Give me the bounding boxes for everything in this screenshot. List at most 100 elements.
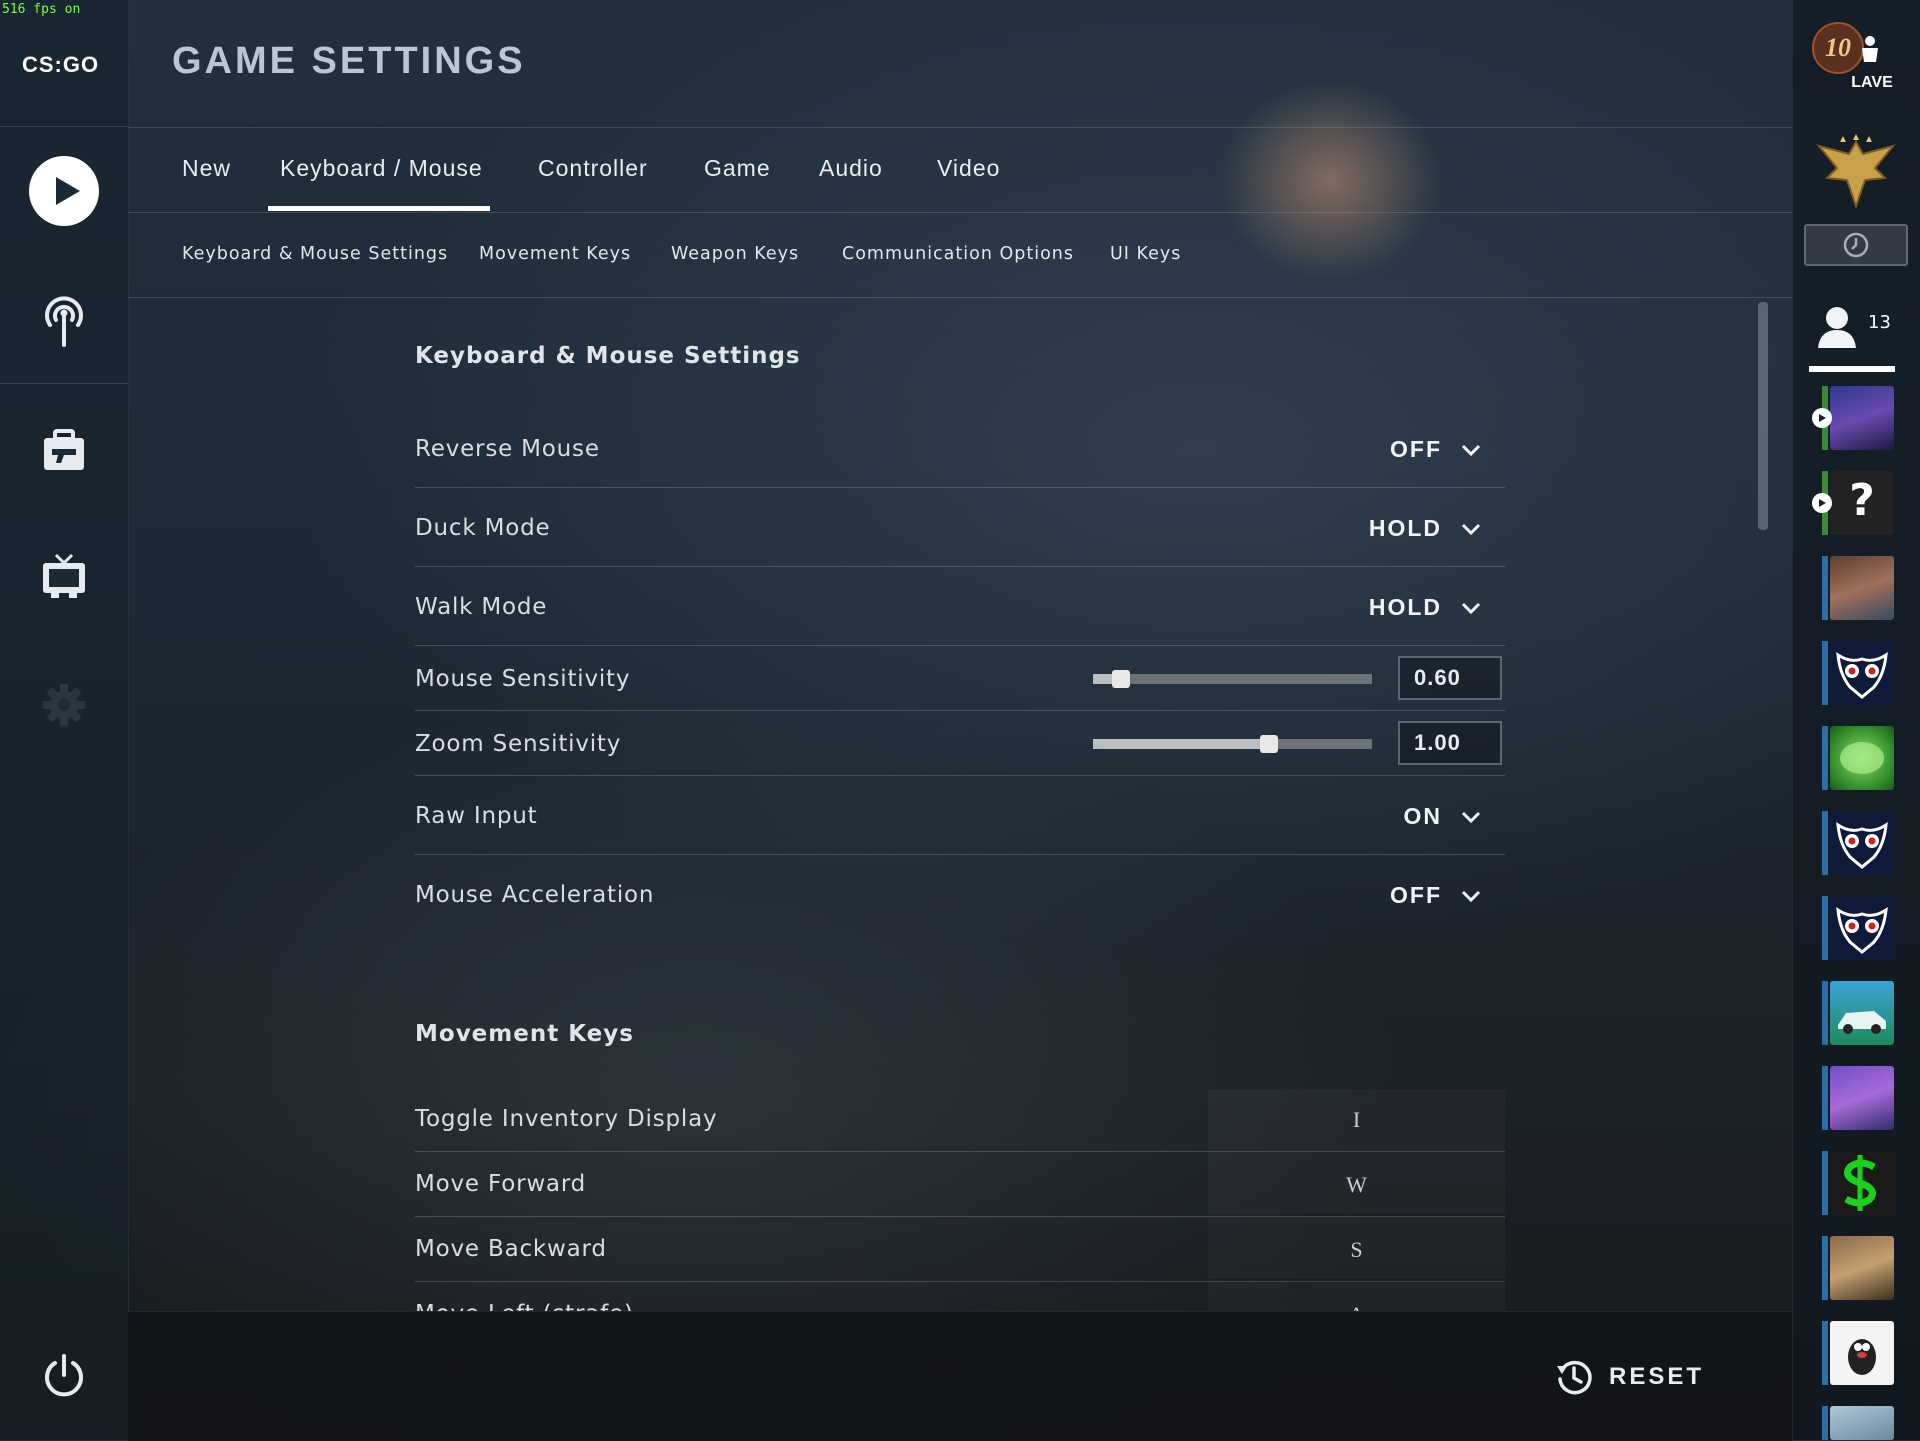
reset-label: RESET	[1609, 1363, 1705, 1390]
cooldown-button[interactable]	[1804, 224, 1908, 266]
duck-mode-dropdown[interactable]: HOLD	[1282, 515, 1482, 542]
subtab-ui-keys[interactable]: UI Keys	[1110, 244, 1181, 264]
fps-counter: 516 fps on	[2, 2, 81, 17]
setting-label-reverse-mouse: Reverse Mouse	[415, 436, 600, 462]
background	[0, 0, 1920, 1440]
tv-icon	[43, 553, 85, 598]
keybind-value: S	[1350, 1237, 1363, 1262]
clock-icon	[1843, 232, 1869, 258]
tab-video[interactable]: Video	[937, 155, 1000, 182]
slider-handle[interactable]	[1111, 670, 1130, 688]
owl-icon	[1836, 821, 1888, 869]
play-button[interactable]	[0, 155, 128, 227]
subtab-keyboard-mouse-settings[interactable]: Keyboard & Mouse Settings	[182, 244, 448, 264]
row-divider	[415, 487, 1505, 488]
setting-label-mouse-sensitivity: Mouse Sensitivity	[415, 666, 631, 692]
friend-status-bar	[1822, 896, 1828, 960]
dollar-icon	[1844, 1155, 1876, 1211]
inventory-button[interactable]	[0, 426, 128, 476]
blob-icon	[1840, 742, 1884, 774]
tab-new[interactable]: New	[182, 155, 231, 182]
zoom-sensitivity-input[interactable]: 1.00	[1398, 721, 1502, 765]
play-icon	[29, 156, 99, 226]
inventory-icon	[44, 429, 84, 470]
reset-button[interactable]: RESET	[1555, 1358, 1704, 1396]
sidebar-divider	[0, 383, 128, 384]
friend-status-bar	[1822, 1066, 1828, 1130]
owl-icon	[1836, 906, 1888, 954]
subtab-movement-keys[interactable]: Movement Keys	[479, 244, 631, 264]
walk-mode-dropdown[interactable]: HOLD	[1282, 594, 1482, 621]
friend-avatar[interactable]	[1830, 981, 1894, 1045]
friends-icon	[1818, 307, 1856, 348]
friend-avatar[interactable]: ?	[1830, 471, 1894, 535]
friends-count: 13	[1868, 312, 1891, 333]
friend-avatar[interactable]	[1830, 896, 1894, 960]
friend-avatar[interactable]	[1830, 811, 1894, 875]
setting-label-move-left: Move Left (strafe)	[415, 1301, 634, 1311]
friend-avatar[interactable]	[1830, 1236, 1894, 1300]
friend-avatar[interactable]	[1830, 1151, 1894, 1215]
tab-keyboard-mouse[interactable]: Keyboard / Mouse	[280, 155, 483, 182]
friend-avatar[interactable]	[1830, 1406, 1894, 1440]
player-rank-card[interactable]: 10 LAVE	[1812, 22, 1912, 104]
mouse-acceleration-dropdown[interactable]: OFF	[1282, 882, 1482, 909]
section-title-movement-keys: Movement Keys	[415, 1021, 634, 1047]
rank-label: LAVE	[1851, 74, 1893, 91]
friend-avatar[interactable]	[1830, 1066, 1894, 1130]
chevron-down-icon	[1461, 444, 1481, 456]
friend-status-bar	[1822, 1321, 1828, 1385]
settings-button[interactable]	[0, 683, 128, 727]
header-divider	[128, 127, 1792, 128]
csgo-logo: CS:GO	[22, 52, 100, 77]
friend-avatar[interactable]	[1830, 556, 1894, 620]
row-divider	[415, 775, 1505, 776]
active-tab-indicator	[268, 206, 490, 211]
friend-avatar[interactable]	[1830, 726, 1894, 790]
slider-handle[interactable]	[1259, 735, 1278, 753]
chevron-down-icon	[1461, 523, 1481, 535]
power-button[interactable]	[0, 1352, 128, 1400]
dropdown-value: HOLD	[1368, 594, 1442, 620]
friends-button[interactable]: 13	[1809, 302, 1908, 372]
right-sidebar	[1792, 0, 1920, 1440]
tab-controller[interactable]: Controller	[538, 155, 648, 182]
mouse-sensitivity-input[interactable]: 0.60	[1398, 656, 1502, 700]
gear-icon	[43, 684, 85, 726]
content-scrollbar[interactable]	[1758, 302, 1768, 530]
sidebar-divider	[0, 126, 128, 127]
setting-label-move-backward: Move Backward	[415, 1236, 607, 1262]
setting-label-mouse-acceleration: Mouse Acceleration	[415, 882, 655, 908]
tabs-divider	[128, 212, 1792, 213]
raw-input-dropdown[interactable]: ON	[1282, 803, 1482, 830]
tab-game[interactable]: Game	[704, 155, 771, 182]
tab-audio[interactable]: Audio	[819, 155, 883, 182]
dropdown-value: OFF	[1390, 436, 1442, 462]
zoom-sensitivity-slider[interactable]	[1093, 735, 1372, 753]
mouse-sensitivity-slider[interactable]	[1093, 670, 1372, 688]
play-icon	[1819, 414, 1826, 422]
reverse-mouse-dropdown[interactable]: OFF	[1282, 436, 1482, 463]
friend-status-bar	[1822, 556, 1828, 620]
in-game-indicator	[1812, 493, 1832, 513]
power-icon	[45, 1354, 83, 1397]
friend-avatar[interactable]	[1830, 641, 1894, 705]
dropdown-value: ON	[1403, 803, 1442, 829]
friend-status-bar	[1822, 981, 1828, 1045]
setting-label-raw-input: Raw Input	[415, 803, 538, 829]
friend-avatar[interactable]	[1830, 1321, 1894, 1385]
friend-avatar[interactable]	[1830, 386, 1894, 450]
row-divider	[415, 566, 1505, 567]
watch-button[interactable]	[0, 552, 128, 600]
watch-broadcast-button[interactable]	[0, 292, 128, 348]
section-title-keyboard-mouse: Keyboard & Mouse Settings	[415, 343, 801, 369]
subtab-communication-options[interactable]: Communication Options	[842, 244, 1074, 264]
chevron-down-icon	[1461, 811, 1481, 823]
chevron-down-icon	[1461, 602, 1481, 614]
friend-status-bar	[1822, 1151, 1828, 1215]
setting-label-walk-mode: Walk Mode	[415, 594, 548, 620]
subtab-weapon-keys[interactable]: Weapon Keys	[671, 244, 799, 264]
page-title: GAME SETTINGS	[172, 40, 526, 82]
slider-fill	[1093, 739, 1269, 749]
mole-icon	[1848, 1339, 1876, 1375]
